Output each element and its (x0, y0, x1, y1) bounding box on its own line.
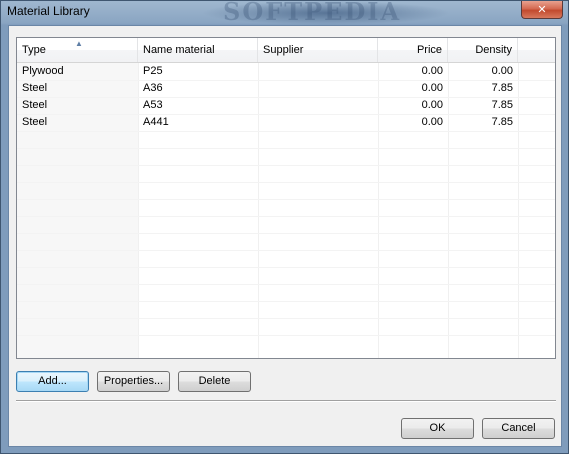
cell-type: Steel (22, 99, 48, 111)
cell-price: 0.00 (421, 65, 443, 77)
close-button[interactable]: ✕ (521, 1, 563, 19)
column-header-price[interactable]: Price (378, 38, 448, 62)
close-icon: ✕ (537, 3, 547, 16)
cell-density: 7.85 (491, 99, 513, 111)
add-button[interactable]: Add... (16, 371, 89, 392)
column-header-type[interactable]: Type ▲ (17, 38, 138, 62)
ok-button[interactable]: OK (401, 418, 474, 439)
cell-name-material: P25 (143, 65, 163, 77)
table-row[interactable]: Steel A441 0.00 7.85 (17, 114, 555, 131)
row-divider (17, 131, 555, 132)
cell-price: 0.00 (421, 82, 443, 94)
table-row[interactable]: Steel A53 0.00 7.85 (17, 97, 555, 114)
column-header-price-label: Price (416, 44, 442, 56)
table-row[interactable]: Steel A36 0.00 7.85 (17, 80, 555, 97)
cancel-button[interactable]: Cancel (482, 418, 555, 439)
column-header-supplier-label: Supplier (263, 44, 304, 56)
cell-name-material: A36 (143, 82, 163, 94)
row-divider (17, 216, 555, 217)
window-title: Material Library (7, 4, 90, 18)
column-header-density-label: Density (475, 44, 512, 56)
row-divider (17, 233, 555, 234)
cell-name-material: A53 (143, 99, 163, 111)
column-header-name-material[interactable]: Name material (138, 38, 258, 62)
delete-button[interactable]: Delete (178, 371, 251, 392)
column-header-supplier[interactable]: Supplier (258, 38, 378, 62)
cell-supplier (258, 97, 378, 114)
row-divider (17, 267, 555, 268)
row-divider (17, 148, 555, 149)
watermark-logo: SOFTPEDIA (223, 1, 402, 25)
cell-price: 0.00 (421, 116, 443, 128)
cell-supplier (258, 80, 378, 97)
properties-button[interactable]: Properties... (97, 371, 170, 392)
cell-density: 0.00 (491, 65, 513, 77)
row-divider (17, 199, 555, 200)
cell-density: 7.85 (491, 82, 513, 94)
column-header-density[interactable]: Density (448, 38, 518, 62)
cell-price: 0.00 (421, 99, 443, 111)
row-divider (17, 284, 555, 285)
column-header-type-label: Type (22, 44, 46, 56)
dialog-separator (16, 400, 556, 402)
dialog-client-area: Type ▲ Name material Supplier Price Dens… (8, 25, 562, 447)
cell-supplier (258, 114, 378, 131)
material-library-window: SOFTPEDIA Material Library ✕ Type ▲ Name… (0, 0, 569, 454)
sort-ascending-icon: ▲ (75, 39, 83, 48)
cell-density: 7.85 (491, 116, 513, 128)
row-divider (17, 250, 555, 251)
cell-type: Steel (22, 116, 48, 128)
cell-supplier (258, 63, 378, 80)
column-header-name-material-label: Name material (143, 44, 215, 56)
title-bar[interactable]: SOFTPEDIA Material Library ✕ (1, 1, 568, 25)
materials-grid[interactable]: Type ▲ Name material Supplier Price Dens… (16, 37, 556, 359)
cell-name-material: A441 (143, 116, 169, 128)
row-divider (17, 318, 555, 319)
grid-header: Type ▲ Name material Supplier Price Dens… (17, 38, 555, 63)
cell-type: Plywood (22, 65, 64, 77)
cell-type: Steel (22, 82, 48, 94)
column-header-filler (518, 38, 555, 62)
row-divider (17, 301, 555, 302)
row-divider (17, 182, 555, 183)
row-divider (17, 335, 555, 336)
row-divider (17, 165, 555, 166)
table-row[interactable]: Plywood P25 0.00 0.00 (17, 63, 555, 80)
